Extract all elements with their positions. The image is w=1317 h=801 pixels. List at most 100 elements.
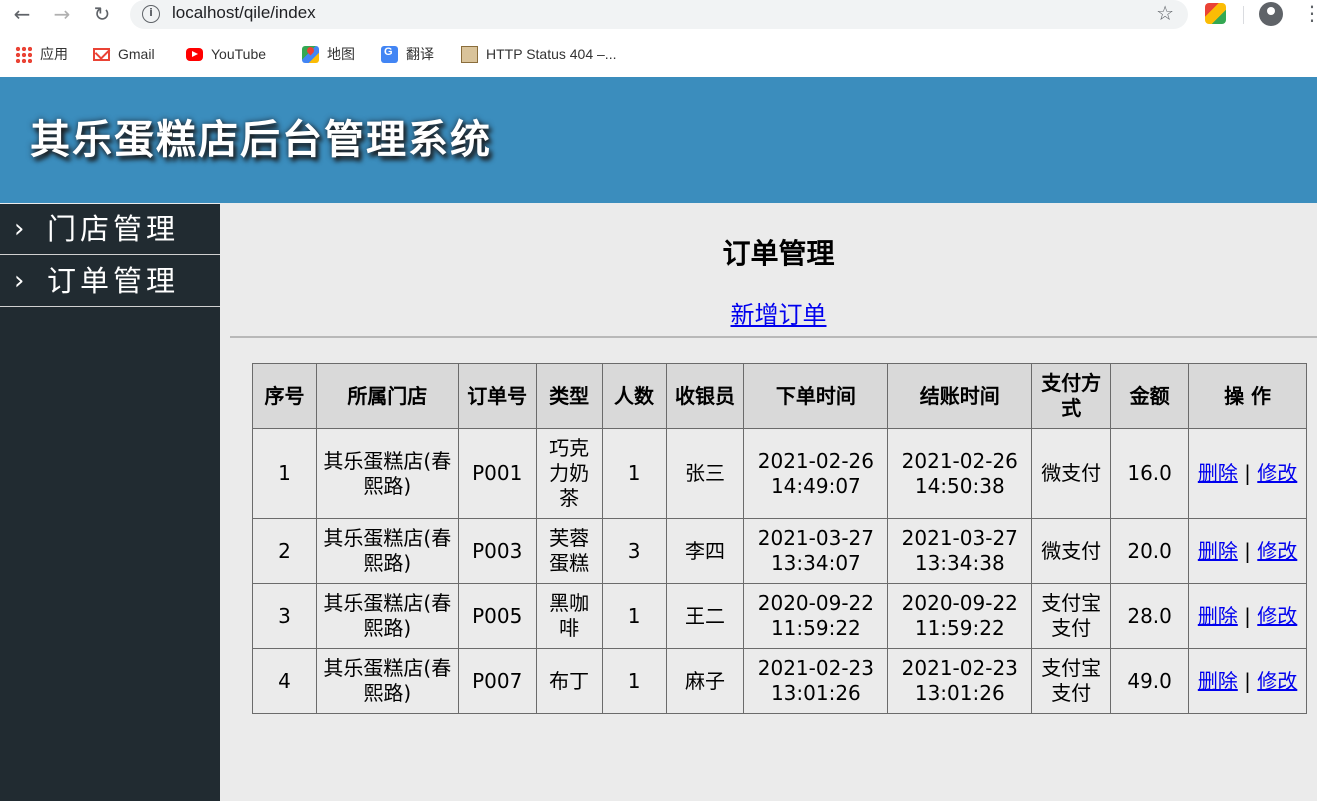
bookmark-youtube[interactable]: YouTube: [186, 40, 266, 68]
sidebar: › 门店管理 › 订单管理: [0, 204, 220, 801]
table-row: 4 其乐蛋糕店(春熙路) P007 布丁 1 麻子 2021-02-23 13:0…: [252, 648, 1307, 714]
cell-cashier: 麻子: [665, 648, 745, 714]
pay-date: 2021-03-27: [901, 526, 1018, 550]
apps-grid-icon: [15, 45, 32, 63]
sidebar-item-stores[interactable]: › 门店管理: [0, 204, 220, 255]
bookmark-apps[interactable]: 应用: [15, 40, 68, 68]
col-header-pay-time: 结账时间: [887, 363, 1033, 429]
divider: [230, 336, 1317, 338]
cell-payment: 支付宝支付: [1031, 583, 1112, 649]
bookmark-label: YouTube: [211, 46, 267, 62]
cell-pay-time: 2020-09-22 11:59:22: [887, 583, 1033, 649]
browser-chrome: ← → ↻ i localhost/qile/index ☆ ⋮ 应用 Gmai…: [0, 0, 1317, 77]
cell-pay-time: 2021-02-26 14:50:38: [887, 428, 1033, 519]
cell-store: 其乐蛋糕店(春熙路): [315, 428, 459, 519]
cell-payment: 微支付: [1031, 518, 1112, 584]
cell-cashier: 李四: [665, 518, 745, 584]
edit-link[interactable]: 修改: [1257, 604, 1297, 628]
forward-arrow-icon[interactable]: →: [50, 2, 74, 26]
reload-icon[interactable]: ↻: [90, 2, 114, 26]
sidebar-item-label: 订单管理: [47, 264, 180, 298]
cell-actions: 删除 | 修改: [1188, 428, 1307, 519]
col-header-type: 类型: [535, 363, 603, 429]
action-separator: |: [1244, 538, 1251, 563]
pay-date: 2020-09-22: [901, 591, 1018, 615]
order-clock: 11:59:22: [770, 616, 861, 640]
pay-clock: 13:34:38: [914, 551, 1005, 575]
table-row: 1 其乐蛋糕店(春熙路) P001 巧克力奶茶 1 张三 2021-02-26 1…: [252, 428, 1307, 519]
delete-link[interactable]: 删除: [1198, 461, 1238, 485]
delete-link[interactable]: 删除: [1198, 669, 1238, 693]
pay-clock: 11:59:22: [914, 616, 1005, 640]
cell-order-time: 2020-09-22 11:59:22: [743, 583, 889, 649]
pay-date: 2021-02-26: [901, 448, 1018, 473]
browser-toolbar: ← → ↻ i localhost/qile/index ☆ ⋮: [0, 0, 1317, 30]
cell-type: 黑咖啡: [535, 583, 603, 649]
page-title: 订单管理: [722, 237, 835, 270]
cell-order-no: P001: [457, 428, 537, 519]
bookmark-star-icon[interactable]: ☆: [1156, 1, 1174, 25]
cell-amount: 49.0: [1110, 648, 1190, 714]
add-order-link[interactable]: 新增订单: [731, 301, 827, 329]
translate-icon: [381, 45, 398, 63]
orders-table: 序号 所属门店 订单号 类型 人数 收银员 下单时间 结账时间 支付方式 金额 …: [252, 363, 1307, 714]
order-date: 2020-09-22: [757, 591, 874, 615]
cell-payment: 支付宝支付: [1031, 648, 1112, 714]
browser-menu-icon[interactable]: ⋮: [1302, 1, 1317, 25]
bookmark-gmail[interactable]: Gmail: [93, 40, 155, 68]
back-arrow-icon[interactable]: ←: [10, 2, 34, 26]
cell-actions: 删除 | 修改: [1188, 518, 1307, 584]
bookmark-http-404[interactable]: HTTP Status 404 –...: [461, 40, 616, 68]
site-info-icon[interactable]: i: [142, 5, 160, 23]
cell-cashier: 王二: [665, 583, 745, 649]
order-clock: 13:01:26: [770, 681, 861, 705]
table-row: 3 其乐蛋糕店(春熙路) P005 黑咖啡 1 王二 2020-09-22 11:…: [252, 583, 1307, 649]
col-header-amount: 金额: [1110, 363, 1190, 429]
cell-actions: 删除 | 修改: [1188, 583, 1307, 649]
cell-order-no: P003: [457, 518, 537, 584]
cell-store: 其乐蛋糕店(春熙路): [315, 518, 459, 584]
pay-date: 2021-02-23: [901, 656, 1018, 680]
tomcat-icon: [461, 45, 478, 63]
bookmark-label: 地图: [327, 46, 355, 62]
main-content: 订单管理 新增订单 序号 所属门店 订单号 类型 人数 收银员 下单时间 结账时…: [220, 204, 1317, 801]
bookmark-label: Gmail: [118, 46, 155, 62]
bookmark-translate[interactable]: 翻译: [381, 40, 434, 68]
cell-people: 3: [601, 518, 667, 584]
address-bar[interactable]: i localhost/qile/index ☆: [130, 0, 1188, 29]
edit-link[interactable]: 修改: [1257, 461, 1297, 485]
edit-link[interactable]: 修改: [1257, 539, 1297, 563]
cell-store: 其乐蛋糕店(春熙路): [315, 583, 459, 649]
delete-link[interactable]: 删除: [1198, 604, 1238, 628]
cell-type: 巧克力奶茶: [535, 428, 603, 519]
order-date: 2021-03-27: [757, 526, 874, 550]
cell-amount: 20.0: [1110, 518, 1190, 584]
sidebar-item-orders[interactable]: › 订单管理: [0, 256, 220, 307]
edit-link[interactable]: 修改: [1257, 669, 1297, 693]
order-clock: 14:49:07: [770, 473, 861, 498]
cell-store: 其乐蛋糕店(春熙路): [315, 648, 459, 714]
col-header-order-no: 订单号: [457, 363, 537, 429]
delete-link[interactable]: 删除: [1198, 539, 1238, 563]
cell-no: 3: [252, 583, 317, 649]
table-row: 2 其乐蛋糕店(春熙路) P003 芙蓉蛋糕 3 李四 2021-03-27 13…: [252, 518, 1307, 584]
profile-avatar-icon[interactable]: [1259, 2, 1283, 26]
cell-pay-time: 2021-02-23 13:01:26: [887, 648, 1033, 714]
cell-order-no: P007: [457, 648, 537, 714]
cell-no: 1: [252, 428, 317, 519]
header-banner: 其乐蛋糕店后台管理系统: [0, 77, 1317, 203]
cell-people: 1: [601, 648, 667, 714]
extension-icon[interactable]: [1205, 3, 1226, 24]
action-separator: |: [1244, 461, 1251, 485]
cell-order-no: P005: [457, 583, 537, 649]
bookmark-maps[interactable]: 地图: [302, 40, 355, 68]
col-header-store: 所属门店: [315, 363, 459, 429]
col-header-order-time: 下单时间: [743, 363, 889, 429]
cell-type: 芙蓉蛋糕: [535, 518, 603, 584]
youtube-icon: [186, 47, 203, 61]
cell-people: 1: [601, 428, 667, 519]
cell-no: 2: [252, 518, 317, 584]
maps-icon: [302, 45, 319, 63]
toolbar-divider: [1243, 6, 1244, 24]
address-url[interactable]: localhost/qile/index: [172, 3, 316, 23]
